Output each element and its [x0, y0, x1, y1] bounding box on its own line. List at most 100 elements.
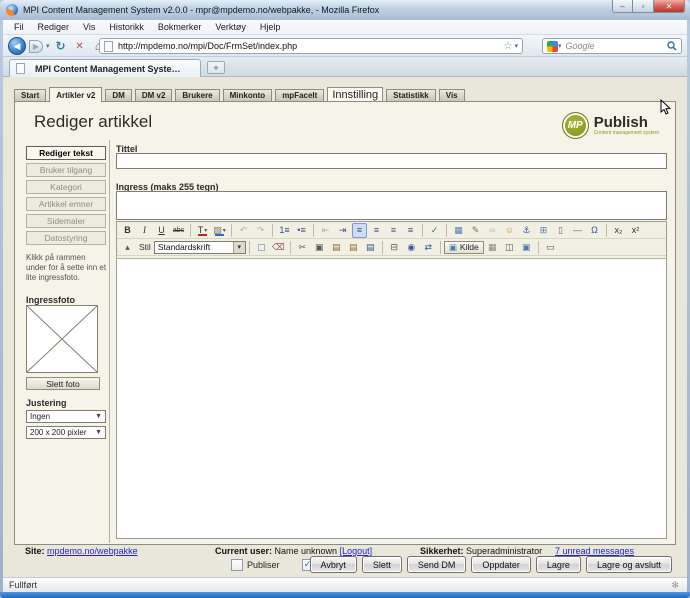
table-icon[interactable]: ⊞: [536, 223, 551, 238]
horizontal-rule-icon[interactable]: ―: [570, 223, 585, 238]
browser-tab[interactable]: MPI Content Management System v...: [9, 59, 201, 77]
cms-tab-statistikk[interactable]: Statistikk: [386, 89, 436, 102]
cms-tab-mpfacelt[interactable]: mpFacelt: [275, 89, 324, 102]
undo-icon[interactable]: ↶: [236, 223, 251, 238]
menu-item-hjelp[interactable]: Hjelp: [253, 21, 288, 33]
outdent-icon[interactable]: ⇤: [318, 223, 333, 238]
search-icon[interactable]: [667, 41, 677, 51]
menu-item-vis[interactable]: Vis: [76, 21, 102, 33]
subscript-icon[interactable]: x₂: [611, 223, 626, 238]
collapse-toolbar-icon[interactable]: ▴: [120, 240, 135, 255]
remove-format-icon[interactable]: ⌫: [271, 240, 286, 255]
indent-icon[interactable]: ⇥: [335, 223, 350, 238]
button-lagre[interactable]: Lagre: [536, 556, 581, 573]
spellcheck-icon[interactable]: ✓: [427, 223, 442, 238]
print-icon[interactable]: ⊟: [387, 240, 402, 255]
cms-tab-dm[interactable]: DM: [105, 89, 131, 102]
cms-tab-brukere[interactable]: Brukere: [175, 89, 219, 102]
sidebar-item-artikkel-emner[interactable]: Artikkel emner: [26, 197, 106, 211]
url-bar[interactable]: ☆ ▾: [99, 38, 523, 54]
forward-button[interactable]: ▶: [29, 40, 43, 53]
show-blocks-icon[interactable]: ▣: [519, 240, 534, 255]
text-color-icon[interactable]: T▾: [195, 223, 210, 238]
bold-icon[interactable]: B: [120, 223, 135, 238]
google-engine-icon[interactable]: [547, 41, 558, 52]
unread-messages-link[interactable]: 7 unread messages: [555, 546, 634, 556]
copy-icon[interactable]: ▣: [312, 240, 327, 255]
maximize-editor-icon[interactable]: ▭: [543, 240, 558, 255]
cut-icon[interactable]: ✂: [295, 240, 310, 255]
link-icon[interactable]: ✎: [468, 223, 483, 238]
replace-icon[interactable]: ⇄: [421, 240, 436, 255]
superscript-icon[interactable]: x²: [628, 223, 643, 238]
history-dropdown-icon[interactable]: ▾: [46, 42, 50, 50]
minimize-button[interactable]: –: [612, 0, 633, 13]
menu-item-historikk[interactable]: Historikk: [102, 21, 151, 33]
paste-text-icon[interactable]: ▤: [346, 240, 361, 255]
maximize-button[interactable]: ▫: [633, 0, 654, 13]
source-button[interactable]: ▣Kilde: [444, 241, 484, 254]
button-slett[interactable]: Slett: [362, 556, 402, 573]
cms-tab-minkonto[interactable]: Minkonto: [223, 89, 273, 102]
site-link[interactable]: mpdemo.no/webpakke: [47, 546, 138, 556]
bookmark-star-icon[interactable]: ☆: [504, 41, 513, 52]
align-right-icon[interactable]: ≡: [386, 223, 401, 238]
tittel-input[interactable]: [116, 153, 667, 169]
url-dropdown-icon[interactable]: ▾: [514, 42, 518, 50]
preview-icon[interactable]: ◫: [502, 240, 517, 255]
new-page-icon[interactable]: ▢: [254, 240, 269, 255]
paste-word-icon[interactable]: ▤: [363, 240, 378, 255]
redo-icon[interactable]: ↷: [253, 223, 268, 238]
button-send-dm[interactable]: Send DM: [407, 556, 467, 573]
bullet-list-icon[interactable]: •≡: [294, 223, 309, 238]
underline-icon[interactable]: U: [154, 223, 169, 238]
italic-icon[interactable]: I: [137, 223, 152, 238]
ingress-input[interactable]: [116, 191, 667, 220]
stop-button[interactable]: ✕: [72, 38, 88, 54]
numbered-list-icon[interactable]: 1≡: [277, 223, 292, 238]
new-tab-button[interactable]: +: [207, 61, 225, 74]
sidebar-item-kategori[interactable]: Kategori: [26, 180, 106, 194]
special-char-icon[interactable]: Ω: [587, 223, 602, 238]
button-lagre-og-avslutt[interactable]: Lagre og avslutt: [586, 556, 672, 573]
cms-tab-innstilling[interactable]: Innstilling: [327, 87, 383, 102]
strikethrough-icon[interactable]: abc: [171, 223, 186, 238]
search-input[interactable]: [562, 41, 667, 51]
search-bar[interactable]: ▾: [542, 38, 682, 54]
sidebar-item-rediger-tekst[interactable]: Rediger tekst: [26, 146, 106, 160]
size-select[interactable]: 200 x 200 pixler ▼: [26, 426, 106, 439]
style-select[interactable]: Standardskrift▾: [154, 241, 246, 254]
slett-foto-button[interactable]: Slett foto: [26, 377, 100, 390]
button-avbryt[interactable]: Avbryt: [310, 556, 357, 573]
sidebar-item-bruker-tilgang[interactable]: Bruker tilgang: [26, 163, 106, 177]
find-icon[interactable]: ◉: [404, 240, 419, 255]
justering-select[interactable]: Ingen ▼: [26, 410, 106, 423]
align-left-icon[interactable]: ≡: [352, 223, 367, 238]
ingressfoto-placeholder[interactable]: [26, 305, 98, 373]
editor-body[interactable]: [117, 258, 666, 538]
cms-tab-artikler-v2[interactable]: Artikler v2: [49, 87, 102, 102]
anchor-icon[interactable]: ⚓: [519, 223, 534, 238]
url-input[interactable]: [118, 41, 502, 51]
justify-icon[interactable]: ≡: [403, 223, 418, 238]
page-break-icon[interactable]: ▯: [553, 223, 568, 238]
back-button[interactable]: ◀: [8, 37, 26, 55]
checkbox-publiser[interactable]: Publiser: [231, 559, 280, 571]
sidebar-item-sidemaler[interactable]: Sidemaler: [26, 214, 106, 228]
cms-tab-start[interactable]: Start: [14, 89, 46, 102]
image-icon[interactable]: ▦: [451, 223, 466, 238]
logout-link[interactable]: [Logout]: [340, 546, 373, 556]
menu-item-rediger[interactable]: Rediger: [31, 21, 77, 33]
refresh-button[interactable]: ↻: [53, 38, 69, 54]
menu-item-verkt-y[interactable]: Verktøy: [208, 21, 253, 33]
table-borders-icon[interactable]: ▦: [485, 240, 500, 255]
menu-item-bokmerker[interactable]: Bokmerker: [151, 21, 209, 33]
cms-tab-dm-v2[interactable]: DM v2: [135, 89, 173, 102]
cms-tab-vis[interactable]: Vis: [439, 89, 465, 102]
sidebar-item-datostyring[interactable]: Datostyring: [26, 231, 106, 245]
align-center-icon[interactable]: ≡: [369, 223, 384, 238]
unlink-icon[interactable]: ∞: [485, 223, 500, 238]
smiley-icon[interactable]: ☺: [502, 223, 517, 238]
button-oppdater[interactable]: Oppdater: [471, 556, 531, 573]
paste-icon[interactable]: ▤: [329, 240, 344, 255]
